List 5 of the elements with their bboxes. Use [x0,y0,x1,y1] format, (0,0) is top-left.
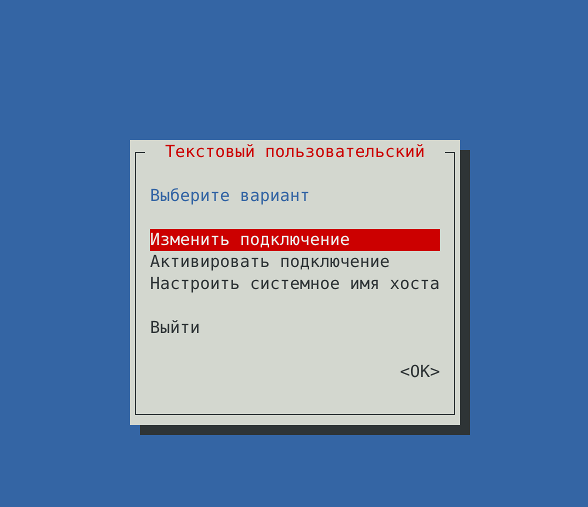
menu-item[interactable]: Активировать подключение [150,251,440,273]
menu-item[interactable]: Изменить подключение [150,229,440,251]
prompt-text: Выберите вариант [150,185,311,207]
menu-item[interactable]: Настроить системное имя хоста [150,273,440,295]
menu-item[interactable]: Выйти [150,317,440,339]
